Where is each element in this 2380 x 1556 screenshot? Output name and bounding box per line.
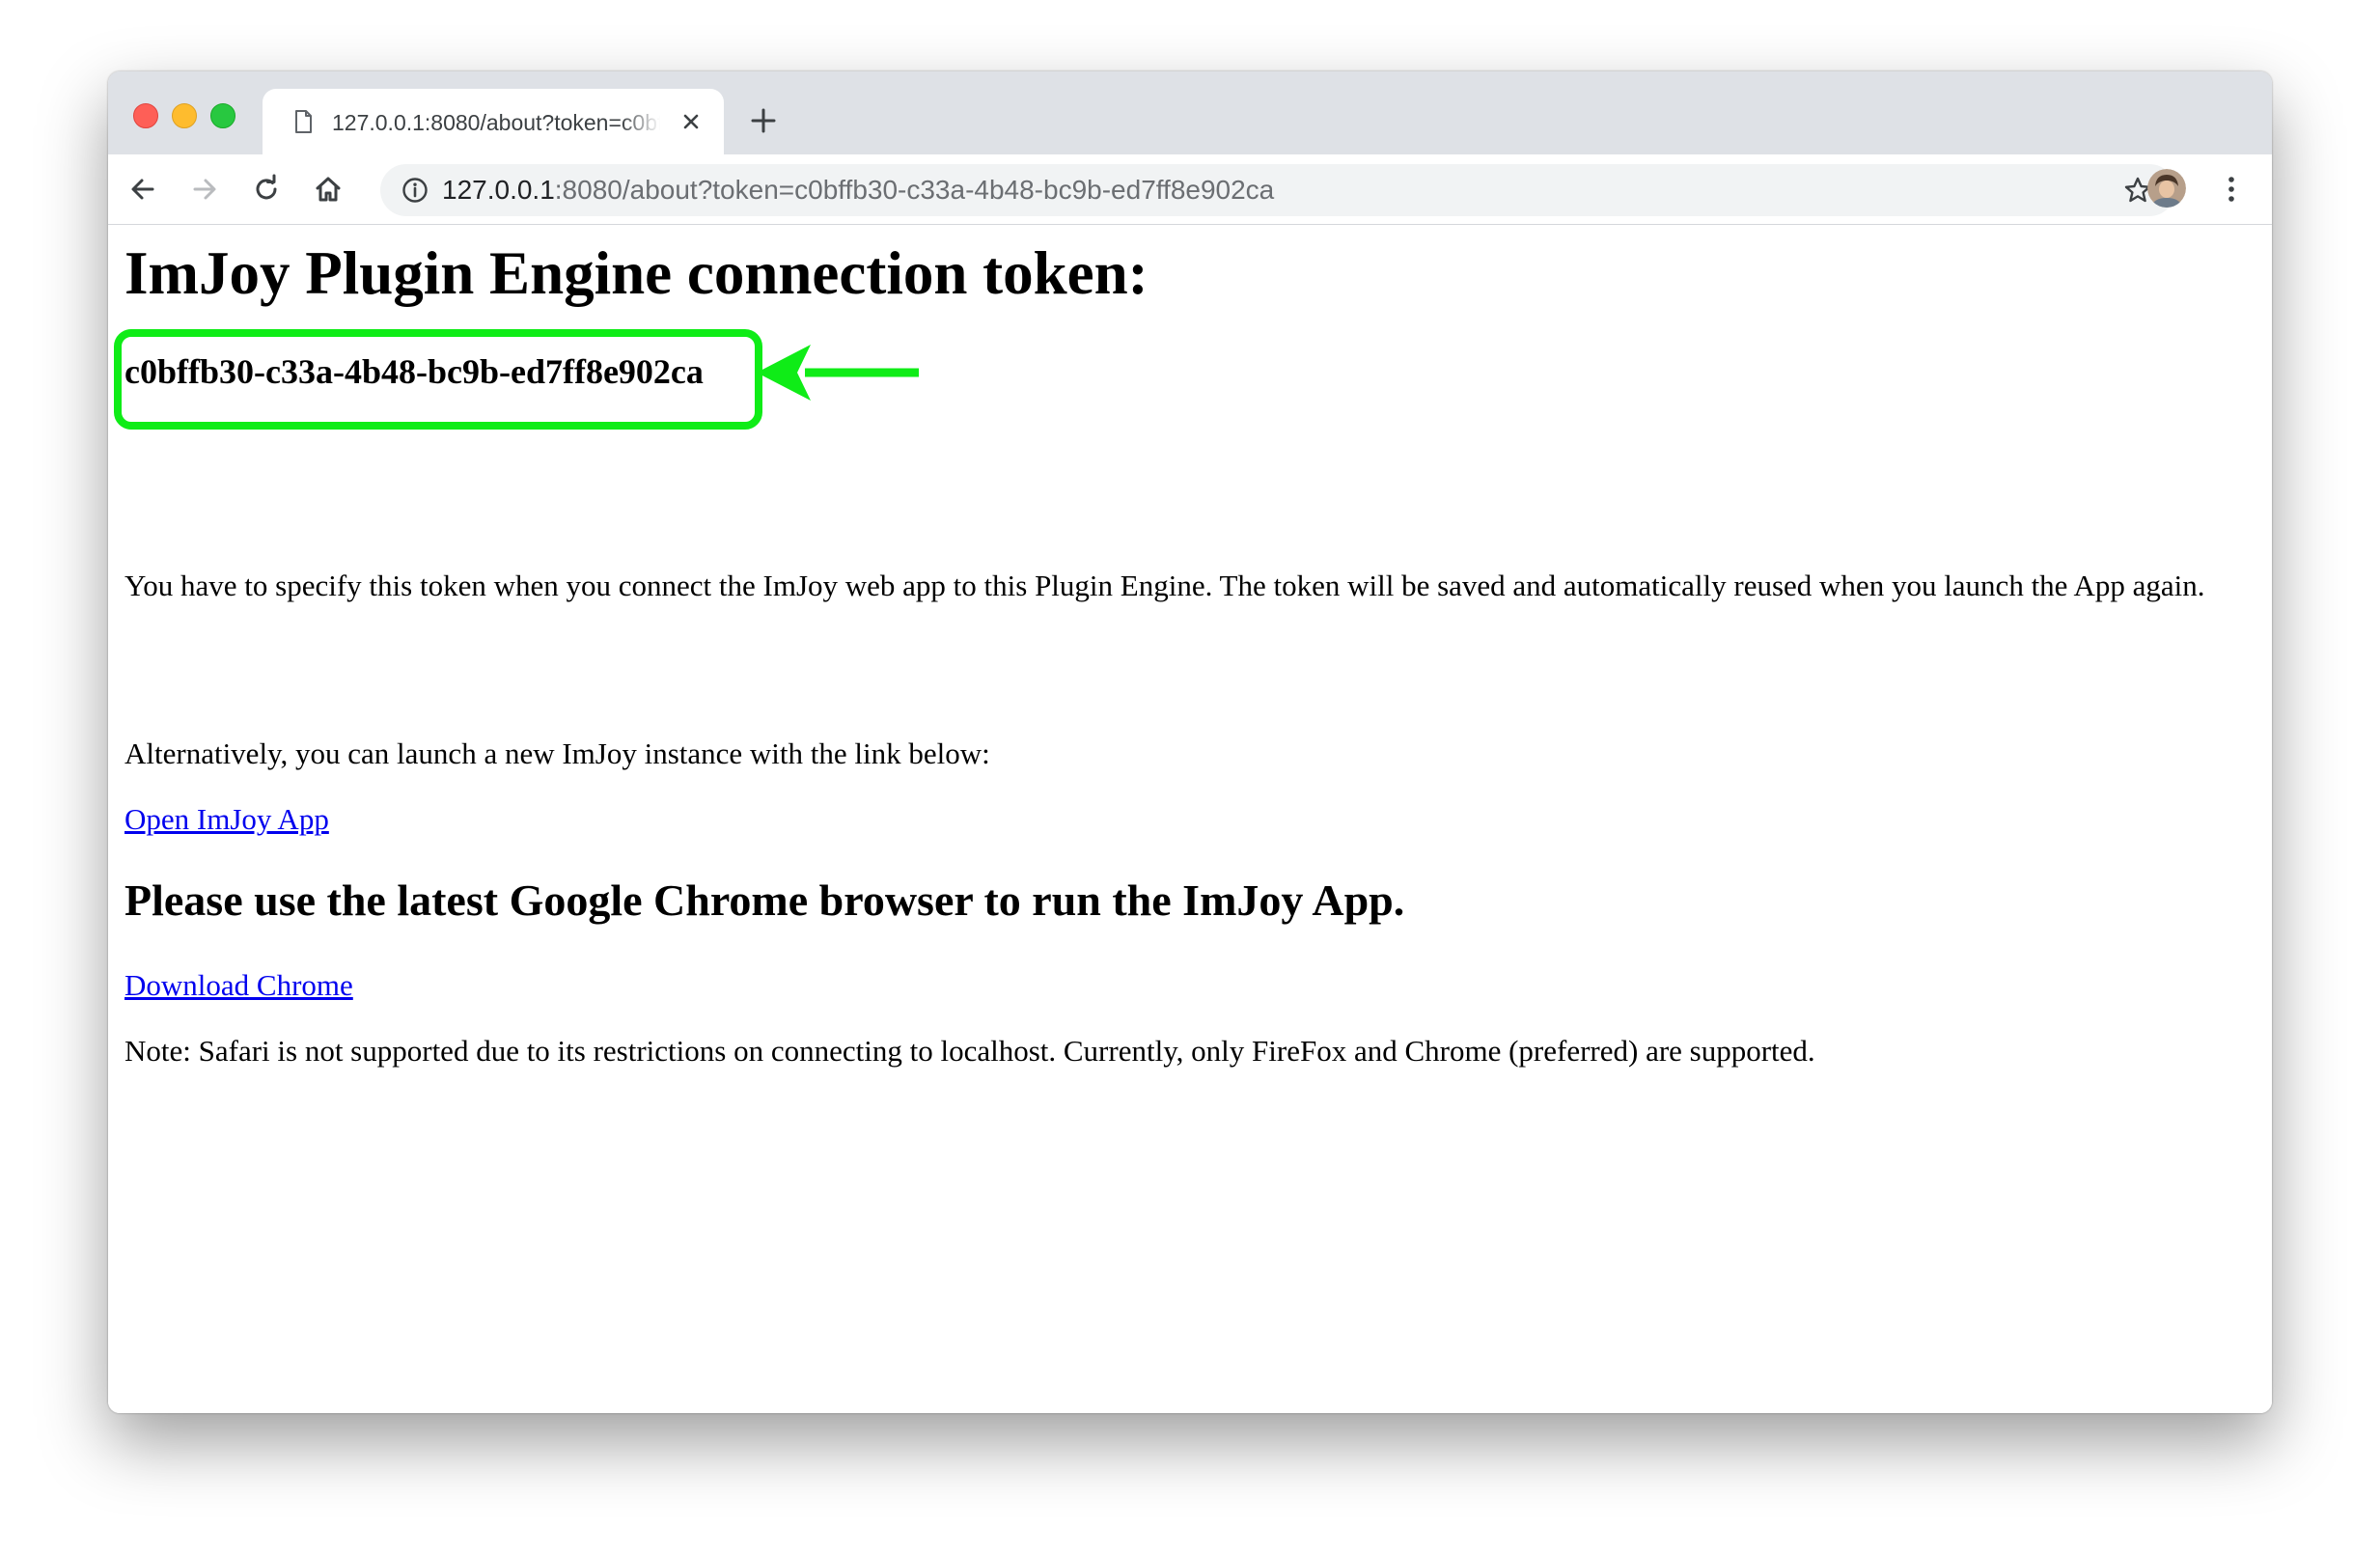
page-content: ImJoy Plugin Engine connection token: c0… <box>108 225 2272 1413</box>
browser-toolbar: 127.0.0.1:8080/about?token=c0bffb30-c33a… <box>108 154 2272 225</box>
tab-title: 127.0.0.1:8080/about?token=c0bffb30-c33a… <box>332 110 660 135</box>
forward-arrow-icon[interactable] <box>189 174 220 205</box>
screenshot-canvas: 127.0.0.1:8080/about?token=c0bffb30-c33a… <box>0 0 2380 1556</box>
back-arrow-icon[interactable] <box>127 174 158 205</box>
browser-window: 127.0.0.1:8080/about?token=c0bffb30-c33a… <box>108 71 2272 1413</box>
instructions-text: You have to specify this token when you … <box>125 569 2205 602</box>
arrow-left-icon <box>757 345 919 401</box>
url-host: 127.0.0.1 <box>442 175 555 205</box>
home-icon[interactable] <box>313 174 344 205</box>
download-chrome-link[interactable]: Download Chrome <box>125 968 353 1003</box>
active-tab[interactable]: 127.0.0.1:8080/about?token=c0bffb30-c33a… <box>263 89 724 154</box>
minimize-window-button[interactable] <box>172 103 197 128</box>
avatar[interactable] <box>2147 169 2186 208</box>
browser-support-note: Note: Safari is not supported due to its… <box>125 1034 1815 1068</box>
url-text[interactable]: 127.0.0.1:8080/about?token=c0bffb30-c33a… <box>442 164 1274 216</box>
page-icon <box>295 110 312 133</box>
page-title: ImJoy Plugin Engine connection token: <box>125 239 1148 307</box>
alternative-text: Alternatively, you can launch a new ImJo… <box>125 736 990 770</box>
close-window-button[interactable] <box>133 103 158 128</box>
chrome-heading: Please use the latest Google Chrome brow… <box>125 875 1405 925</box>
connection-token: c0bffb30-c33a-4b48-bc9b-ed7ff8e902ca <box>125 352 704 391</box>
info-icon[interactable] <box>401 177 429 204</box>
kebab-menu-icon[interactable] <box>2224 174 2239 205</box>
url-path: :8080/about?token=c0bffb30-c33a-4b48-bc9… <box>554 175 1275 205</box>
address-bar[interactable]: 127.0.0.1:8080/about?token=c0bffb30-c33a… <box>380 164 2175 216</box>
plus-icon[interactable] <box>749 106 778 135</box>
reload-icon[interactable] <box>251 174 282 205</box>
zoom-window-button[interactable] <box>210 103 235 128</box>
tab-strip: 127.0.0.1:8080/about?token=c0bffb30-c33a… <box>108 71 2272 154</box>
open-imjoy-app-link[interactable]: Open ImJoy App <box>125 802 329 837</box>
close-icon[interactable] <box>679 110 703 133</box>
